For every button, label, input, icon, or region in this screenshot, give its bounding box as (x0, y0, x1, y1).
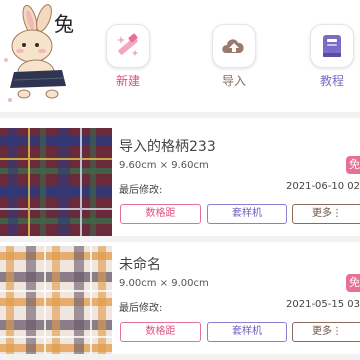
pattern-title: 未命名 (119, 257, 161, 273)
divider (0, 236, 360, 242)
header: 兔 新建 导入 教程 (0, 0, 360, 112)
grid-spacing-button[interactable]: 数格距 (120, 204, 201, 224)
divider (0, 112, 360, 118)
new-label: 新建 (115, 74, 140, 88)
import-label: 导入 (221, 74, 246, 88)
mascot-character: 兔 (54, 12, 74, 36)
plaid-thumbnail[interactable] (0, 246, 112, 358)
tutorial-label: 教程 (319, 74, 344, 88)
book-icon (310, 24, 354, 68)
import-button[interactable]: 导入 (204, 24, 264, 88)
divider (0, 354, 360, 360)
cloud-upload-icon (212, 24, 256, 68)
modified-date: 2021-05-15 03 (286, 299, 360, 310)
pattern-card[interactable]: 未命名 9.00cm × 9.00cm 免 最后修改: 2021-05-15 0… (0, 244, 360, 360)
pattern-size: 9.60cm × 9.60cm (119, 160, 209, 171)
free-badge: 免 (346, 274, 360, 292)
bunny-mascot-icon: 兔 (0, 0, 78, 110)
modified-label: 最后修改: (119, 185, 163, 196)
new-button[interactable]: 新建 (98, 24, 158, 88)
tutorial-button[interactable]: 教程 (302, 24, 360, 88)
grid-spacing-button[interactable]: 数格距 (120, 322, 201, 342)
more-button[interactable]: 更多⋮ (292, 204, 360, 224)
plaid-thumbnail[interactable] (0, 128, 112, 240)
more-button[interactable]: 更多⋮ (292, 322, 360, 342)
pattern-card[interactable]: 导入的格柄233 9.60cm × 9.60cm 免 最后修改: 2021-06… (0, 126, 360, 246)
magic-wand-icon (106, 24, 150, 68)
free-badge: 免 (346, 156, 360, 174)
pattern-size: 9.00cm × 9.00cm (119, 278, 209, 289)
modified-label: 最后修改: (119, 303, 163, 314)
pattern-title: 导入的格柄233 (119, 139, 216, 155)
mockup-button[interactable]: 套样机 (207, 322, 287, 342)
mockup-button[interactable]: 套样机 (207, 204, 287, 224)
modified-date: 2021-06-10 02 (286, 181, 360, 192)
